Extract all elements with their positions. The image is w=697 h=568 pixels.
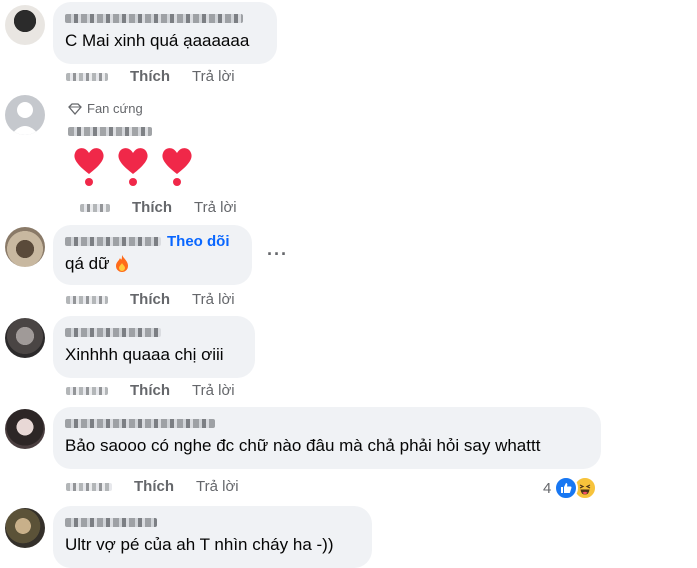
avatar[interactable] bbox=[5, 5, 45, 45]
reply-button[interactable]: Trả lời bbox=[192, 68, 235, 85]
comment-actions: Thích Trả lời bbox=[80, 199, 237, 216]
reply-button[interactable]: Trả lời bbox=[194, 199, 237, 216]
like-reaction-icon bbox=[554, 476, 579, 500]
author-name[interactable] bbox=[65, 236, 161, 246]
avatar[interactable] bbox=[5, 227, 45, 267]
comment-text: Xinhhh quaaa chị ơiii bbox=[65, 345, 224, 364]
reply-button[interactable]: Trả lời bbox=[192, 382, 235, 399]
diamond-icon bbox=[68, 102, 82, 115]
fan-badge-label: Fan cứng bbox=[87, 101, 143, 116]
heart-exclamation-icon bbox=[118, 148, 148, 186]
comment-text-row: qá dữ bbox=[65, 253, 240, 275]
author-name[interactable] bbox=[65, 327, 161, 337]
emoji-row bbox=[72, 144, 194, 188]
follow-button[interactable]: Theo dõi bbox=[167, 233, 230, 250]
comment-bubble: Bảo saooo có nghe đc chữ nào đâu mà chả … bbox=[53, 407, 601, 469]
author-name[interactable] bbox=[65, 13, 243, 23]
more-options-icon[interactable]: ··· bbox=[267, 244, 288, 265]
reply-button[interactable]: Trả lời bbox=[196, 478, 239, 495]
timestamp[interactable] bbox=[66, 295, 108, 304]
like-button[interactable]: Thích bbox=[132, 199, 172, 216]
like-button[interactable]: Thích bbox=[134, 478, 174, 495]
comment-text: Ultr vợ pé của ah T nhìn cháy ha -)) bbox=[65, 535, 334, 554]
haha-emoji-icon bbox=[580, 484, 591, 495]
author-name[interactable] bbox=[65, 517, 157, 527]
avatar[interactable] bbox=[5, 409, 45, 449]
like-button[interactable]: Thích bbox=[130, 382, 170, 399]
comment-actions: Thích Trả lời bbox=[66, 478, 239, 495]
comment-actions: Thích Trả lời bbox=[66, 291, 235, 308]
reaction-summary[interactable]: 4 bbox=[543, 476, 598, 500]
comment-bubble: Theo dõi qá dữ bbox=[53, 225, 252, 285]
default-avatar-icon bbox=[11, 102, 39, 135]
reply-button[interactable]: Trả lời bbox=[192, 291, 235, 308]
timestamp[interactable] bbox=[66, 482, 112, 491]
like-button[interactable]: Thích bbox=[130, 291, 170, 308]
avatar[interactable] bbox=[5, 508, 45, 548]
timestamp[interactable] bbox=[66, 72, 108, 81]
comment-text: qá dữ bbox=[65, 254, 110, 273]
timestamp[interactable] bbox=[80, 203, 110, 212]
comment-actions: Thích Trả lời bbox=[66, 382, 235, 399]
like-button[interactable]: Thích bbox=[130, 68, 170, 85]
comment-bubble: Xinhhh quaaa chị ơiii bbox=[53, 316, 255, 378]
comment-text: Bảo saooo có nghe đc chữ nào đâu mà chả … bbox=[65, 436, 541, 455]
heart-exclamation-icon bbox=[162, 148, 192, 186]
thumbs-up-icon bbox=[561, 483, 572, 493]
author-name[interactable] bbox=[68, 127, 152, 136]
avatar[interactable] bbox=[5, 95, 45, 135]
fan-badge[interactable]: Fan cứng bbox=[68, 101, 143, 116]
comment-actions: Thích Trả lời bbox=[66, 68, 235, 85]
author-name[interactable] bbox=[65, 418, 215, 428]
comment-text: C Mai xinh quá ạaaaaaa bbox=[65, 31, 250, 50]
timestamp[interactable] bbox=[66, 386, 108, 395]
comment-bubble: Ultr vợ pé của ah T nhìn cháy ha -)) bbox=[53, 506, 372, 568]
fire-emoji-icon bbox=[116, 255, 129, 272]
comment-bubble: C Mai xinh quá ạaaaaaa bbox=[53, 2, 277, 64]
heart-exclamation-icon bbox=[74, 148, 104, 186]
avatar[interactable] bbox=[5, 318, 45, 358]
reaction-count: 4 bbox=[543, 479, 552, 497]
